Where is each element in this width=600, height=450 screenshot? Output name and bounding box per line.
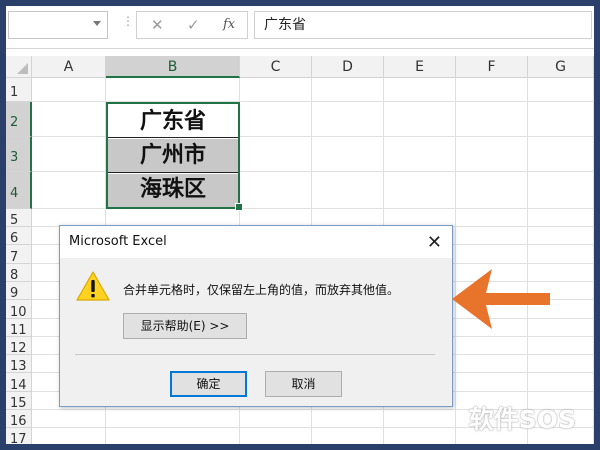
excel-window: ⋮ ✕ ✓ fx 广东省 ABCDEFG 1 2 3 4 5 6 7 8 9 10 11 12 13 14… (0, 0, 600, 450)
insert-function-icon[interactable]: fx (223, 17, 235, 32)
selected-range[interactable]: 广东省 广州市 海珠区 (106, 102, 240, 209)
column-header-d[interactable]: D (312, 56, 384, 78)
cancel-icon[interactable]: ✕ (151, 16, 164, 34)
row-header-7[interactable]: 7 (6, 245, 32, 265)
chevron-down-icon[interactable] (93, 21, 101, 26)
row-header-10[interactable]: 10 (6, 300, 32, 320)
arrow-annotation-icon (450, 269, 554, 335)
dialog-titlebar: Microsoft Excel ✕ (60, 226, 452, 258)
row-header-9[interactable]: 9 (6, 282, 32, 301)
row-header-3[interactable]: 3 (6, 137, 32, 172)
close-icon[interactable]: ✕ (427, 232, 442, 253)
dialog-message: 合并单元格时，仅保留左上角的值，而放弃其他值。 (123, 283, 400, 297)
row-header-5[interactable]: 5 (6, 209, 32, 228)
formula-bar: ⋮ ✕ ✓ fx 广东省 (6, 6, 594, 49)
grid-line (455, 78, 456, 444)
column-header-f[interactable]: F (456, 56, 528, 78)
row-header-1[interactable]: 1 (6, 78, 32, 102)
name-box[interactable] (8, 11, 108, 39)
row-header-6[interactable]: 6 (6, 227, 32, 246)
row-header-15[interactable]: 15 (6, 392, 32, 411)
enter-icon[interactable]: ✓ (187, 16, 200, 34)
row-header-16[interactable]: 16 (6, 410, 32, 429)
column-header-e[interactable]: E (384, 56, 456, 78)
merge-warning-dialog: Microsoft Excel ✕ 合并单元格时，仅保留左上角的值，而放弃其他值… (59, 225, 453, 407)
select-all-corner[interactable] (6, 56, 32, 78)
select-all-icon (17, 63, 28, 74)
cancel-button[interactable]: 取消 (265, 371, 342, 397)
grid-line (593, 78, 594, 444)
show-help-button[interactable]: 显示帮助(E) >> (123, 313, 247, 339)
column-header-a[interactable]: A (32, 56, 106, 78)
formula-input[interactable]: 广东省 (254, 11, 592, 39)
column-header-c[interactable]: C (240, 56, 312, 78)
cell-b4[interactable]: 海珠区 (108, 174, 238, 207)
row-header-14[interactable]: 14 (6, 373, 32, 393)
row-header-17[interactable]: 17 (6, 428, 32, 444)
cell-b3[interactable]: 广州市 (108, 139, 238, 173)
column-header-g[interactable]: G (528, 56, 594, 78)
watermark: 软件SOS (468, 405, 576, 434)
dialog-divider (75, 354, 435, 355)
ok-button[interactable]: 确定 (170, 371, 247, 397)
more-icon: ⋮ (122, 14, 134, 28)
grid-line (527, 78, 528, 444)
row-header-2[interactable]: 2 (6, 102, 32, 137)
row-header-4[interactable]: 4 (6, 172, 32, 209)
row-header-12[interactable]: 12 (6, 337, 32, 356)
cell-b2[interactable]: 广东省 (108, 104, 238, 138)
warning-icon (75, 270, 111, 306)
column-header-b[interactable]: B (106, 56, 240, 78)
fill-handle[interactable] (235, 203, 243, 211)
row-header-11[interactable]: 11 (6, 319, 32, 338)
dialog-title: Microsoft Excel (69, 234, 167, 249)
row-header-8[interactable]: 8 (6, 264, 32, 283)
row-header-13[interactable]: 13 (6, 355, 32, 374)
formula-buttons: ✕ ✓ fx (136, 11, 248, 39)
